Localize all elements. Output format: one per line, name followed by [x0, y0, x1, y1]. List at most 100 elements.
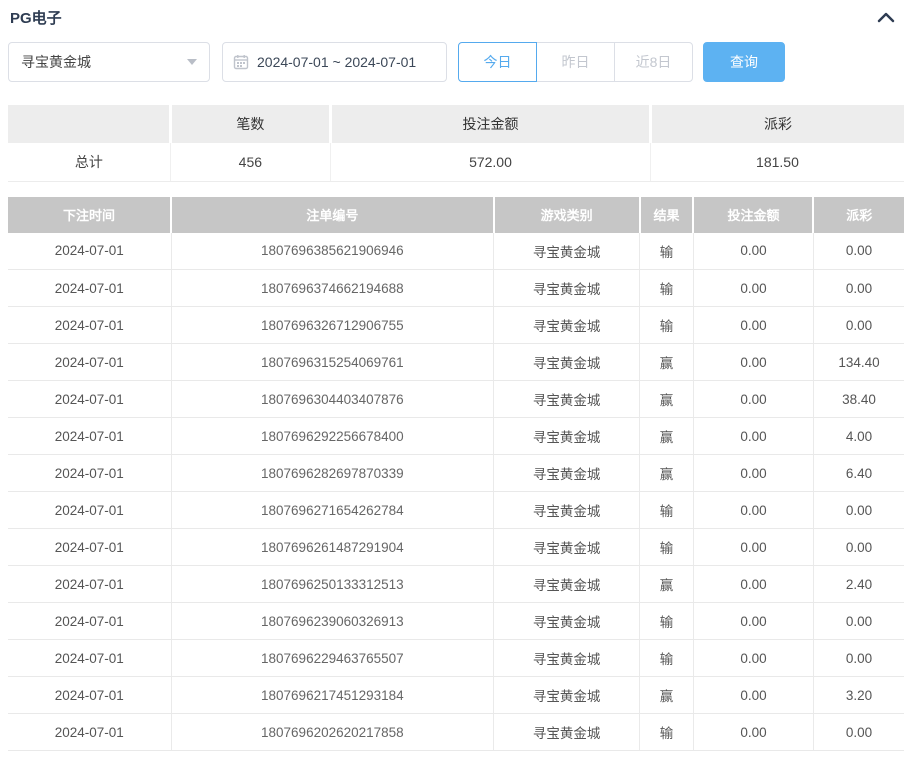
game-category-cell: 寻宝黄金城	[494, 233, 640, 270]
bet-amount-cell: 0.00	[693, 381, 813, 418]
yesterday-button[interactable]: 昨日	[536, 42, 615, 82]
summary-header-bet-amount: 投注金额	[331, 105, 651, 143]
result-cell: 赢	[640, 344, 694, 381]
game-category-cell: 寻宝黄金城	[494, 529, 640, 566]
bet-id-cell: 1807696261487291904	[171, 529, 494, 566]
bet-amount-cell: 0.00	[693, 307, 813, 344]
bet-amount-cell: 0.00	[693, 640, 813, 677]
summary-table: 笔数 投注金额 派彩 总计 456 572.00 181.50	[8, 105, 904, 182]
game-category-cell: 寻宝黄金城	[494, 381, 640, 418]
bet-id-cell: 1807696374662194688	[171, 270, 494, 307]
bet-id-cell: 1807696304403407876	[171, 381, 494, 418]
bet-amount-cell: 0.00	[693, 529, 813, 566]
bet-amount-cell: 0.00	[693, 714, 813, 751]
quick-range-group: 今日 昨日 近8日	[458, 42, 693, 82]
game-category-cell: 寻宝黄金城	[494, 714, 640, 751]
payout-cell: 0.00	[813, 307, 904, 344]
game-category-cell: 寻宝黄金城	[494, 640, 640, 677]
game-select-value: 寻宝黄金城	[21, 52, 91, 72]
payout-cell: 0.00	[813, 492, 904, 529]
bet-amount-cell: 0.00	[693, 270, 813, 307]
table-row: 2024-07-011807696326712906755寻宝黄金城输0.000…	[8, 307, 904, 344]
table-row: 2024-07-011807696374662194688寻宝黄金城输0.000…	[8, 270, 904, 307]
result-cell: 输	[640, 529, 694, 566]
payout-cell: 3.20	[813, 677, 904, 714]
today-button[interactable]: 今日	[458, 42, 537, 82]
bet-time-cell: 2024-07-01	[8, 677, 171, 714]
table-row: 2024-07-011807696239060326913寻宝黄金城输0.000…	[8, 603, 904, 640]
last-8-days-button[interactable]: 近8日	[614, 42, 693, 82]
payout-cell: 0.00	[813, 270, 904, 307]
payout-cell: 0.00	[813, 529, 904, 566]
game-category-cell: 寻宝黄金城	[494, 270, 640, 307]
bet-time-cell: 2024-07-01	[8, 566, 171, 603]
bet-amount-cell: 0.00	[693, 566, 813, 603]
table-row: 2024-07-011807696385621906946寻宝黄金城输0.000…	[8, 233, 904, 270]
header-bet-amount: 投注金额	[693, 197, 813, 233]
bet-id-cell: 1807696250133312513	[171, 566, 494, 603]
bet-id-cell: 1807696282697870339	[171, 455, 494, 492]
bet-time-cell: 2024-07-01	[8, 233, 171, 270]
date-range-input[interactable]: 2024-07-01 ~ 2024-07-01	[222, 42, 447, 82]
bet-time-cell: 2024-07-01	[8, 307, 171, 344]
result-cell: 输	[640, 640, 694, 677]
bet-time-cell: 2024-07-01	[8, 344, 171, 381]
table-row: 2024-07-011807696315254069761寻宝黄金城赢0.001…	[8, 344, 904, 381]
header-game-category: 游戏类别	[494, 197, 640, 233]
records-table: 下注时间 注单编号 游戏类别 结果 投注金额 派彩 2024-07-011807…	[8, 197, 904, 752]
pg-panel: PG电子 寻宝黄金城 2024-07-01 ~ 2024-0	[0, 0, 912, 751]
bet-time-cell: 2024-07-01	[8, 492, 171, 529]
table-row: 2024-07-011807696261487291904寻宝黄金城输0.000…	[8, 529, 904, 566]
game-category-cell: 寻宝黄金城	[494, 455, 640, 492]
chevron-down-icon	[187, 59, 197, 65]
bet-time-cell: 2024-07-01	[8, 529, 171, 566]
bet-time-cell: 2024-07-01	[8, 270, 171, 307]
bet-time-cell: 2024-07-01	[8, 640, 171, 677]
result-cell: 输	[640, 233, 694, 270]
bet-id-cell: 1807696229463765507	[171, 640, 494, 677]
bet-amount-cell: 0.00	[693, 418, 813, 455]
result-cell: 输	[640, 270, 694, 307]
bet-amount-cell: 0.00	[693, 344, 813, 381]
bet-time-cell: 2024-07-01	[8, 714, 171, 751]
query-button[interactable]: 查询	[703, 42, 785, 82]
summary-header-row: 笔数 投注金额 派彩	[8, 105, 904, 143]
bet-amount-cell: 0.00	[693, 677, 813, 714]
chevron-up-icon	[877, 11, 895, 23]
table-row: 2024-07-011807696271654262784寻宝黄金城输0.000…	[8, 492, 904, 529]
panel-header: PG电子	[8, 0, 904, 28]
result-cell: 输	[640, 492, 694, 529]
game-category-cell: 寻宝黄金城	[494, 603, 640, 640]
result-cell: 输	[640, 307, 694, 344]
collapse-button[interactable]	[874, 7, 898, 27]
payout-cell: 2.40	[813, 566, 904, 603]
summary-total-row: 总计 456 572.00 181.50	[8, 143, 904, 181]
bet-time-cell: 2024-07-01	[8, 418, 171, 455]
summary-total-count: 456	[170, 143, 330, 181]
bet-time-cell: 2024-07-01	[8, 381, 171, 418]
header-result: 结果	[640, 197, 694, 233]
game-select[interactable]: 寻宝黄金城	[8, 42, 210, 82]
summary-header-payout: 派彩	[650, 105, 904, 143]
table-row: 2024-07-011807696202620217858寻宝黄金城输0.000…	[8, 714, 904, 751]
summary-header-empty	[8, 105, 170, 143]
game-category-cell: 寻宝黄金城	[494, 492, 640, 529]
payout-cell: 0.00	[813, 603, 904, 640]
table-row: 2024-07-011807696292256678400寻宝黄金城赢0.004…	[8, 418, 904, 455]
bet-amount-cell: 0.00	[693, 455, 813, 492]
payout-cell: 4.00	[813, 418, 904, 455]
summary-header-count: 笔数	[170, 105, 330, 143]
payout-cell: 134.40	[813, 344, 904, 381]
game-category-cell: 寻宝黄金城	[494, 677, 640, 714]
result-cell: 输	[640, 714, 694, 751]
filter-bar: 寻宝黄金城 2024-07-01 ~ 2024-07-01 今日 昨日 近8日 …	[8, 42, 904, 82]
table-row: 2024-07-011807696250133312513寻宝黄金城赢0.002…	[8, 566, 904, 603]
game-category-cell: 寻宝黄金城	[494, 418, 640, 455]
payout-cell: 6.40	[813, 455, 904, 492]
calendar-icon	[233, 54, 249, 70]
bet-id-cell: 1807696385621906946	[171, 233, 494, 270]
game-category-cell: 寻宝黄金城	[494, 307, 640, 344]
table-row: 2024-07-011807696217451293184寻宝黄金城赢0.003…	[8, 677, 904, 714]
result-cell: 赢	[640, 566, 694, 603]
bet-id-cell: 1807696315254069761	[171, 344, 494, 381]
